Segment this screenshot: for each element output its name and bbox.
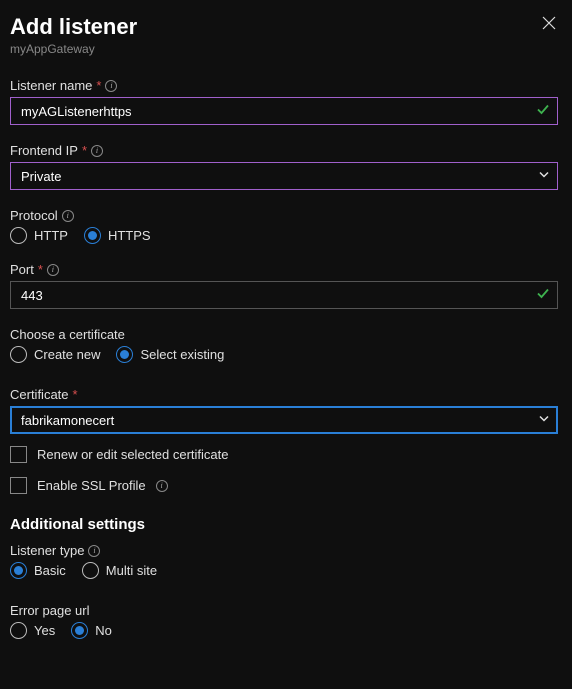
listener-type-basic-radio[interactable]: Basic bbox=[10, 562, 66, 579]
create-new-label: Create new bbox=[34, 347, 100, 362]
listener-type-label: Listener type i bbox=[10, 543, 558, 558]
certificate-label-text: Certificate bbox=[10, 387, 69, 402]
required-asterisk: * bbox=[73, 387, 78, 402]
add-listener-panel: Add listener myAppGateway Listener name … bbox=[0, 0, 572, 657]
error-page-yes-radio[interactable]: Yes bbox=[10, 622, 55, 639]
listener-type-multi-radio[interactable]: Multi site bbox=[82, 562, 157, 579]
additional-settings-heading: Additional settings bbox=[10, 516, 558, 533]
renew-certificate-checkbox[interactable] bbox=[10, 446, 27, 463]
frontend-ip-value: Private bbox=[21, 169, 61, 184]
certificate-select[interactable]: fabrikamonecert bbox=[10, 406, 558, 434]
choose-certificate-label: Choose a certificate bbox=[10, 327, 558, 342]
protocol-https-label: HTTPS bbox=[108, 228, 151, 243]
protocol-http-label: HTTP bbox=[34, 228, 68, 243]
error-page-no-label: No bbox=[95, 623, 112, 638]
listener-name-label: Listener name * i bbox=[10, 78, 558, 93]
renew-certificate-checkbox-row[interactable]: Renew or edit selected certificate bbox=[10, 446, 558, 463]
select-existing-label: Select existing bbox=[140, 347, 224, 362]
listener-type-multi-label: Multi site bbox=[106, 563, 157, 578]
enable-ssl-checkbox-row[interactable]: Enable SSL Profile i bbox=[10, 477, 558, 494]
info-icon[interactable]: i bbox=[62, 210, 74, 222]
info-icon[interactable]: i bbox=[105, 80, 117, 92]
listener-name-label-text: Listener name bbox=[10, 78, 92, 93]
required-asterisk: * bbox=[38, 262, 43, 277]
frontend-ip-select[interactable]: Private bbox=[10, 162, 558, 190]
info-icon[interactable]: i bbox=[47, 264, 59, 276]
port-label: Port * i bbox=[10, 262, 558, 277]
frontend-ip-label-text: Frontend IP bbox=[10, 143, 78, 158]
certificate-label: Certificate * bbox=[10, 387, 558, 402]
page-title: Add listener bbox=[10, 14, 137, 40]
panel-header: Add listener myAppGateway bbox=[10, 10, 558, 78]
error-page-url-label: Error page url bbox=[10, 603, 558, 618]
port-input[interactable] bbox=[10, 281, 558, 309]
enable-ssl-checkbox[interactable] bbox=[10, 477, 27, 494]
close-icon bbox=[542, 16, 556, 30]
error-page-yes-label: Yes bbox=[34, 623, 55, 638]
create-new-radio[interactable]: Create new bbox=[10, 346, 100, 363]
port-label-text: Port bbox=[10, 262, 34, 277]
info-icon[interactable]: i bbox=[91, 145, 103, 157]
protocol-label-text: Protocol bbox=[10, 208, 58, 223]
close-button[interactable] bbox=[542, 10, 558, 35]
select-existing-radio[interactable]: Select existing bbox=[116, 346, 224, 363]
frontend-ip-label: Frontend IP * i bbox=[10, 143, 558, 158]
required-asterisk: * bbox=[96, 78, 101, 93]
certificate-value: fabrikamonecert bbox=[21, 413, 114, 428]
protocol-label: Protocol i bbox=[10, 208, 558, 223]
enable-ssl-label: Enable SSL Profile bbox=[37, 478, 146, 493]
renew-certificate-label: Renew or edit selected certificate bbox=[37, 447, 228, 462]
required-asterisk: * bbox=[82, 143, 87, 158]
listener-type-basic-label: Basic bbox=[34, 563, 66, 578]
listener-type-label-text: Listener type bbox=[10, 543, 84, 558]
listener-name-input[interactable] bbox=[10, 97, 558, 125]
info-icon[interactable]: i bbox=[88, 545, 100, 557]
protocol-https-radio[interactable]: HTTPS bbox=[84, 227, 151, 244]
breadcrumb: myAppGateway bbox=[10, 42, 137, 56]
info-icon[interactable]: i bbox=[156, 480, 168, 492]
error-page-no-radio[interactable]: No bbox=[71, 622, 112, 639]
protocol-http-radio[interactable]: HTTP bbox=[10, 227, 68, 244]
